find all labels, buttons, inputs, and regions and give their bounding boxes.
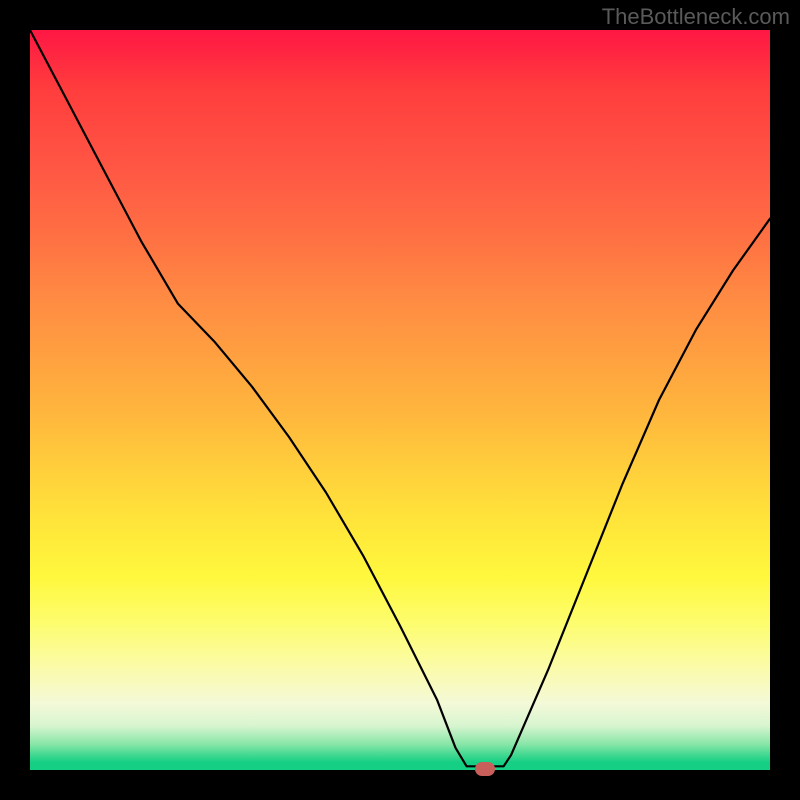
watermark-text: TheBottleneck.com (602, 4, 790, 30)
plot-area (30, 30, 770, 770)
optimum-marker (475, 762, 495, 776)
bottleneck-curve (30, 30, 770, 770)
